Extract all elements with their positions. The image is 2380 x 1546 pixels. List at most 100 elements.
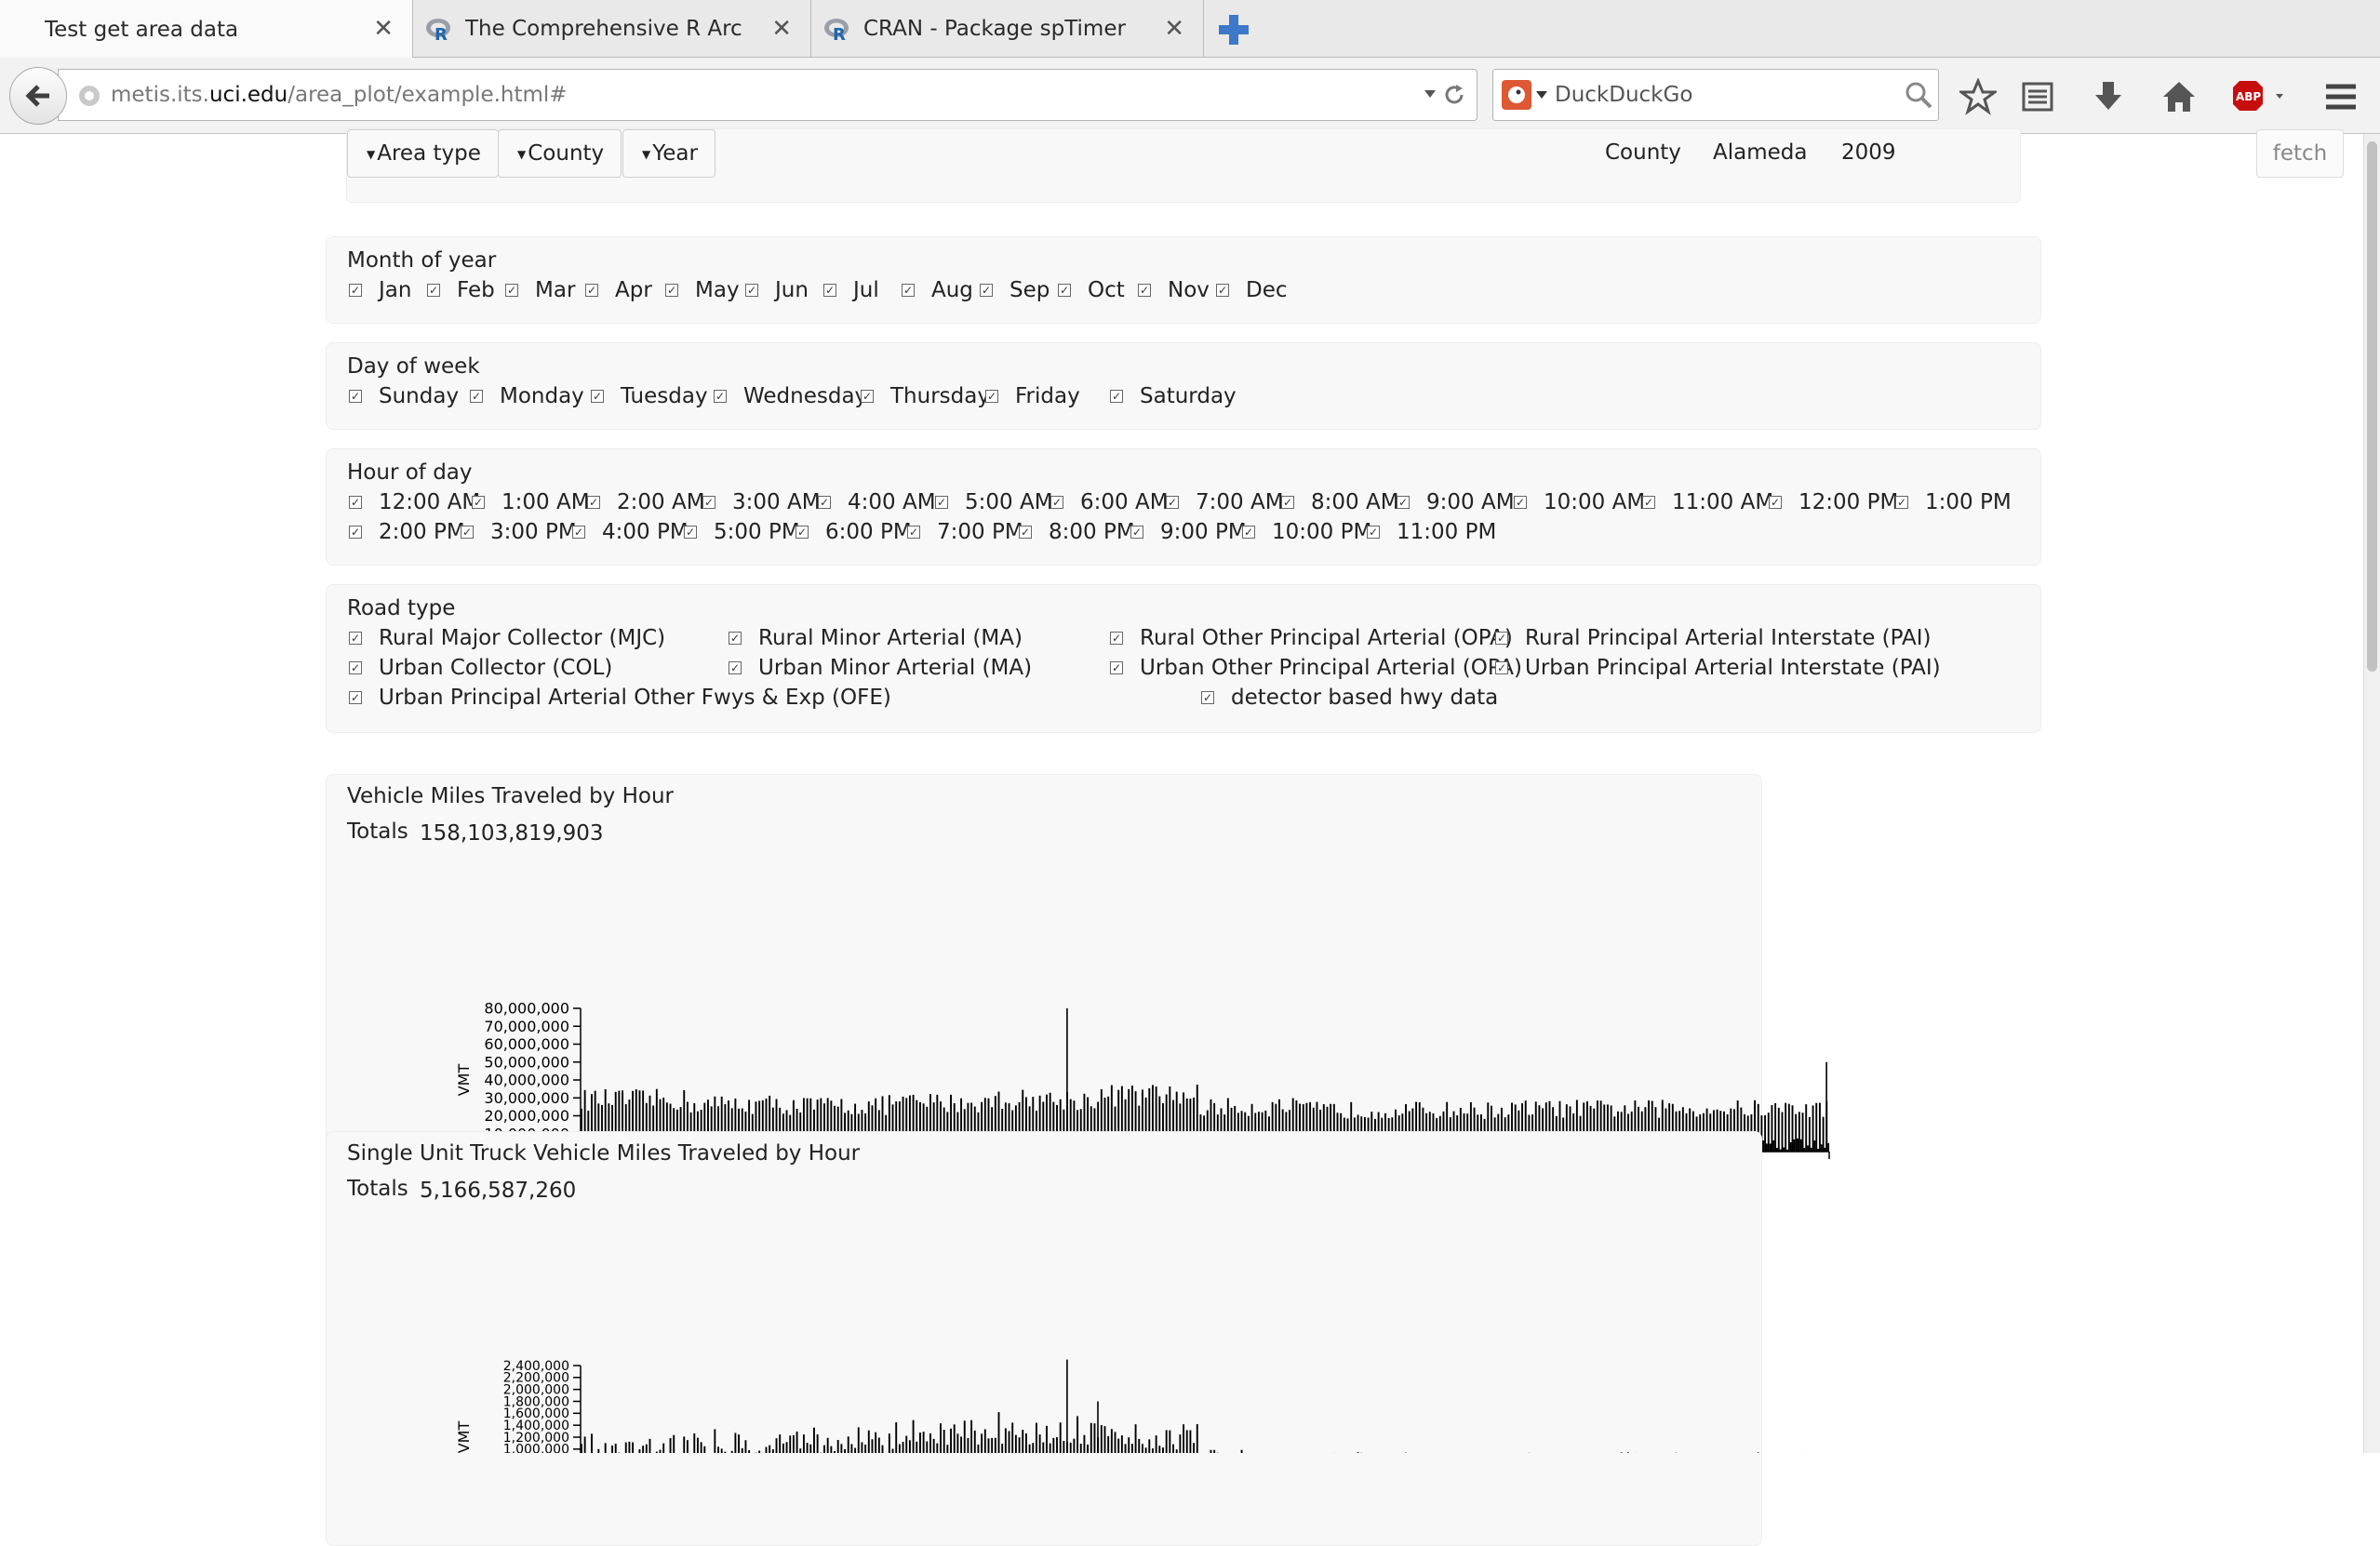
- hours-checkbox[interactable]: ✓6:00 AM: [1050, 490, 1169, 514]
- hours-checkbox[interactable]: ✓8:00 AM: [1281, 490, 1399, 514]
- roads-checkbox[interactable]: ✓Urban Collector (COL): [349, 656, 612, 680]
- days-checkbox[interactable]: ✓Tuesday: [591, 384, 708, 408]
- checkbox-checked-icon[interactable]: ✓: [349, 390, 362, 403]
- hours-checkbox[interactable]: ✓3:00 AM: [702, 490, 821, 514]
- checkbox-checked-icon[interactable]: ✓: [585, 284, 598, 297]
- hours-checkbox[interactable]: ✓8:00 PM: [1019, 520, 1135, 544]
- checkbox-checked-icon[interactable]: ✓: [1201, 691, 1214, 704]
- checkbox-checked-icon[interactable]: ✓: [1367, 526, 1380, 539]
- checkbox-checked-icon[interactable]: ✓: [427, 284, 440, 297]
- tab-test-get-area-data[interactable]: Test get area data ✕: [0, 0, 413, 59]
- checkbox-checked-icon[interactable]: ✓: [572, 526, 585, 539]
- download-icon[interactable]: [2090, 78, 2127, 115]
- hours-checkbox[interactable]: ✓1:00 AM: [472, 490, 590, 514]
- checkbox-checked-icon[interactable]: ✓: [349, 526, 362, 539]
- days-checkbox[interactable]: ✓Sunday: [349, 384, 459, 408]
- checkbox-checked-icon[interactable]: ✓: [729, 632, 742, 645]
- checkbox-checked-icon[interactable]: ✓: [472, 496, 485, 509]
- roads-checkbox[interactable]: ✓Urban Principal Arterial Other Fwys & E…: [349, 686, 891, 710]
- checkbox-checked-icon[interactable]: ✓: [591, 390, 604, 403]
- days-checkbox[interactable]: ✓Thursday: [861, 384, 990, 408]
- days-checkbox[interactable]: ✓Friday: [985, 384, 1080, 408]
- checkbox-checked-icon[interactable]: ✓: [665, 284, 678, 297]
- checkbox-checked-icon[interactable]: ✓: [349, 632, 362, 645]
- hours-checkbox[interactable]: ✓1:00 PM: [1895, 490, 2012, 514]
- checkbox-checked-icon[interactable]: ✓: [1050, 496, 1063, 509]
- checkbox-checked-icon[interactable]: ✓: [796, 526, 809, 539]
- checkbox-checked-icon[interactable]: ✓: [349, 496, 362, 509]
- hours-checkbox[interactable]: ✓2:00 PM: [349, 520, 465, 544]
- hours-checkbox[interactable]: ✓4:00 AM: [818, 490, 936, 514]
- hours-checkbox[interactable]: ✓7:00 AM: [1166, 490, 1284, 514]
- months-checkbox[interactable]: ✓Jun: [745, 278, 809, 302]
- checkbox-checked-icon[interactable]: ✓: [1642, 496, 1655, 509]
- checkbox-checked-icon[interactable]: ✓: [1110, 661, 1123, 674]
- checkbox-checked-icon[interactable]: ✓: [1058, 284, 1071, 297]
- tab-cran-sptimer[interactable]: R CRAN - Package spTimer ✕: [811, 0, 1204, 58]
- county-dropdown[interactable]: ▼County: [498, 129, 622, 178]
- roads-checkbox[interactable]: ✓Rural Minor Arterial (MA): [729, 626, 1023, 650]
- roads-checkbox[interactable]: ✓Urban Other Principal Arterial (OPA): [1110, 656, 1522, 680]
- hours-checkbox[interactable]: ✓12:00 PM: [1769, 490, 1898, 514]
- adblock-plus-icon[interactable]: ABP: [2231, 78, 2287, 115]
- search-bar[interactable]: DuckDuckGo: [1492, 69, 1939, 121]
- days-checkbox[interactable]: ✓Monday: [470, 384, 584, 408]
- hours-checkbox[interactable]: ✓11:00 PM: [1367, 520, 1496, 544]
- months-checkbox[interactable]: ✓Oct: [1058, 278, 1125, 302]
- checkbox-checked-icon[interactable]: ✓: [702, 496, 715, 509]
- checkbox-checked-icon[interactable]: ✓: [1495, 632, 1508, 645]
- hours-checkbox[interactable]: ✓9:00 AM: [1397, 490, 1515, 514]
- scrollbar-thumb[interactable]: [2367, 141, 2377, 672]
- url-bar[interactable]: metis.its.uci.edu/area_plot/example.html…: [58, 69, 1477, 121]
- home-icon[interactable]: [2160, 78, 2198, 115]
- new-tab-icon[interactable]: [1215, 11, 1252, 48]
- checkbox-checked-icon[interactable]: ✓: [1138, 284, 1151, 297]
- checkbox-checked-icon[interactable]: ✓: [823, 284, 836, 297]
- checkbox-checked-icon[interactable]: ✓: [349, 661, 362, 674]
- year-dropdown[interactable]: ▼Year: [622, 129, 715, 178]
- months-checkbox[interactable]: ✓Nov: [1138, 278, 1210, 302]
- months-checkbox[interactable]: ✓Jan: [349, 278, 411, 302]
- hours-checkbox[interactable]: ✓10:00 PM: [1242, 520, 1371, 544]
- hours-checkbox[interactable]: ✓3:00 PM: [461, 520, 577, 544]
- checkbox-checked-icon[interactable]: ✓: [907, 526, 920, 539]
- roads-checkbox[interactable]: ✓detector based hwy data: [1201, 686, 1498, 710]
- checkbox-checked-icon[interactable]: ✓: [861, 390, 874, 403]
- close-icon[interactable]: ✕: [1164, 15, 1184, 43]
- checkbox-checked-icon[interactable]: ✓: [1397, 496, 1410, 509]
- close-icon[interactable]: ✕: [373, 15, 394, 43]
- checkbox-checked-icon[interactable]: ✓: [818, 496, 831, 509]
- checkbox-checked-icon[interactable]: ✓: [1110, 390, 1123, 403]
- menu-icon[interactable]: [2322, 78, 2360, 115]
- hours-checkbox[interactable]: ✓11:00 AM: [1642, 490, 1773, 514]
- close-icon[interactable]: ✕: [771, 15, 792, 43]
- checkbox-checked-icon[interactable]: ✓: [714, 390, 727, 403]
- vertical-scrollbar[interactable]: [2363, 134, 2380, 1453]
- checkbox-checked-icon[interactable]: ✓: [587, 496, 600, 509]
- months-checkbox[interactable]: ✓Dec: [1216, 278, 1288, 302]
- checkbox-checked-icon[interactable]: ✓: [505, 284, 518, 297]
- checkbox-checked-icon[interactable]: ✓: [470, 390, 483, 403]
- search-icon[interactable]: [1905, 81, 1932, 109]
- checkbox-checked-icon[interactable]: ✓: [1281, 496, 1294, 509]
- fetch-button[interactable]: fetch: [2256, 129, 2344, 178]
- checkbox-checked-icon[interactable]: ✓: [745, 284, 758, 297]
- checkbox-checked-icon[interactable]: ✓: [1242, 526, 1255, 539]
- hours-checkbox[interactable]: ✓7:00 PM: [907, 520, 1023, 544]
- hours-checkbox[interactable]: ✓12:00 AM: [349, 490, 480, 514]
- back-button[interactable]: [9, 67, 67, 125]
- months-checkbox[interactable]: ✓Sep: [980, 278, 1050, 302]
- checkbox-checked-icon[interactable]: ✓: [1019, 526, 1032, 539]
- checkbox-checked-icon[interactable]: ✓: [1130, 526, 1143, 539]
- dropdown-arrow-icon[interactable]: [1536, 91, 1547, 100]
- checkbox-checked-icon[interactable]: ✓: [1110, 632, 1123, 645]
- roads-checkbox[interactable]: ✓Urban Principal Arterial Interstate (PA…: [1495, 656, 1941, 680]
- hours-checkbox[interactable]: ✓9:00 PM: [1130, 520, 1247, 544]
- checkbox-checked-icon[interactable]: ✓: [729, 661, 742, 674]
- checkbox-checked-icon[interactable]: ✓: [902, 284, 915, 297]
- checkbox-checked-icon[interactable]: ✓: [935, 496, 948, 509]
- checkbox-checked-icon[interactable]: ✓: [1769, 496, 1782, 509]
- hours-checkbox[interactable]: ✓5:00 PM: [684, 520, 800, 544]
- checkbox-checked-icon[interactable]: ✓: [684, 526, 697, 539]
- bookmark-star-icon[interactable]: [1959, 78, 1997, 115]
